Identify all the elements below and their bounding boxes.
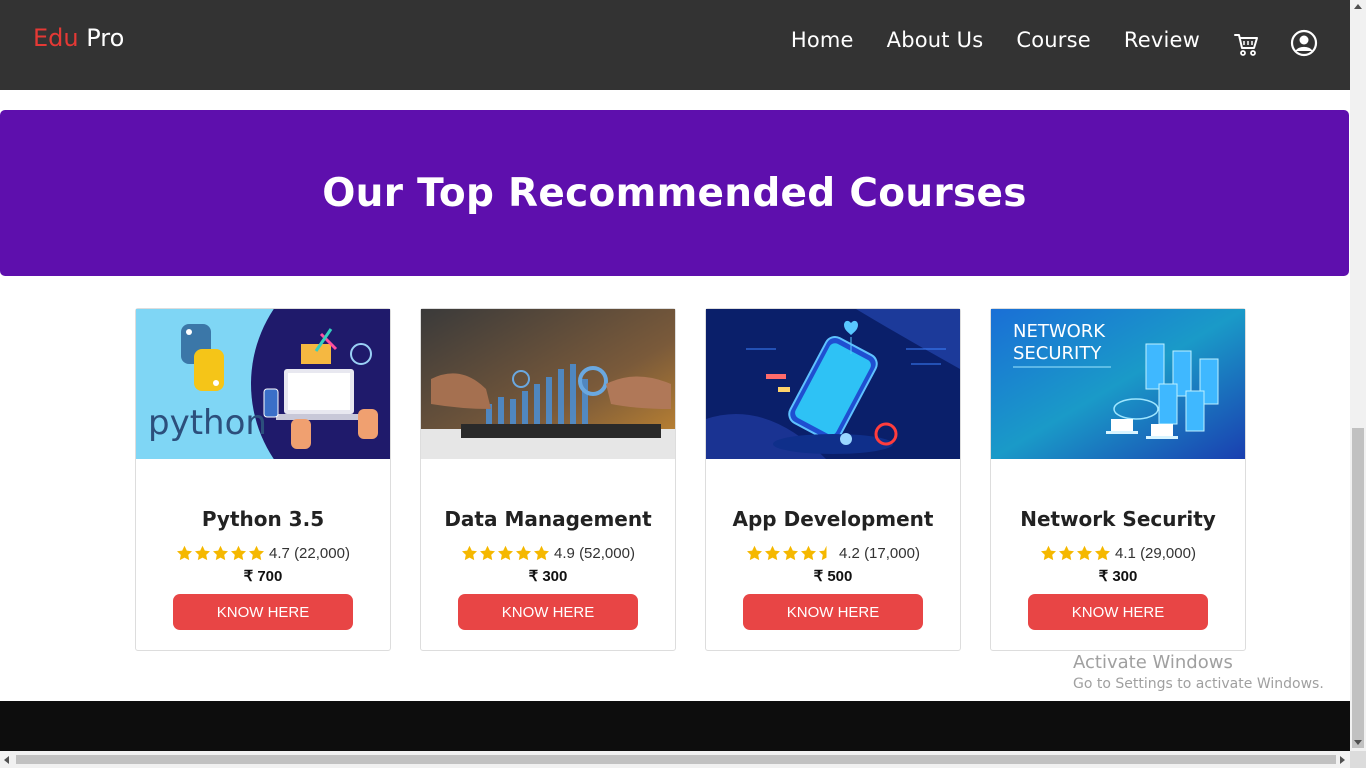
scroll-down-arrow-icon[interactable] [1354, 740, 1362, 745]
star-icon [534, 545, 550, 561]
star-icon [1077, 545, 1093, 561]
course-price: ₹ 700 [243, 568, 283, 585]
star-icon [498, 545, 514, 561]
course-price: ₹ 500 [813, 568, 853, 585]
nav-about-us[interactable]: About Us [887, 28, 984, 52]
rating-stars [746, 545, 835, 562]
rating-stars [1040, 545, 1111, 562]
course-card-python[interactable]: python Python 3.5 4.7 (22,000) ₹ 700 KNO… [135, 308, 391, 651]
cart-icon[interactable] [1232, 30, 1260, 58]
scroll-up-arrow-icon[interactable] [1354, 4, 1362, 9]
star-icon [747, 545, 763, 561]
scroll-right-arrow-icon[interactable] [1340, 756, 1345, 764]
course-card-network-security[interactable]: NETWORK SECURITY Network Security 4.1 (2… [990, 308, 1246, 651]
course-title: Python 3.5 [201, 507, 325, 531]
vertical-scroll-thumb[interactable] [1352, 428, 1364, 748]
course-rating: 4.2 (17,000) [706, 545, 960, 562]
course-price: ₹ 300 [1098, 568, 1138, 585]
section-title: Our Top Recommended Courses [322, 170, 1027, 216]
know-here-button[interactable]: KNOW HERE [173, 594, 353, 630]
activate-windows-watermark: Activate Windows Go to Settings to activ… [1073, 652, 1324, 692]
watermark-subtitle: Go to Settings to activate Windows. [1073, 676, 1324, 692]
star-icon [765, 545, 781, 561]
rating-text: 4.2 (17,000) [839, 545, 920, 562]
horizontal-scrollbar[interactable] [0, 751, 1350, 768]
network-label: NETWORK [1013, 321, 1106, 342]
horizontal-scroll-thumb[interactable] [16, 755, 1336, 764]
course-rating: 4.9 (52,000) [421, 545, 675, 562]
course-image-python: python [136, 309, 390, 459]
course-price: ₹ 300 [528, 568, 568, 585]
star-icon [1041, 545, 1057, 561]
nav-course[interactable]: Course [1016, 28, 1091, 52]
logo-edu: Edu [33, 24, 79, 52]
recommended-banner: Our Top Recommended Courses [0, 110, 1349, 276]
scroll-left-arrow-icon[interactable] [4, 756, 9, 764]
star-icon [231, 545, 247, 561]
star-icon [195, 545, 211, 561]
star-icon [480, 545, 496, 561]
know-here-button[interactable]: KNOW HERE [743, 594, 923, 630]
course-title: App Development [732, 507, 934, 531]
course-image-data-management [421, 309, 675, 459]
course-image-app-development [706, 309, 960, 459]
site-logo[interactable]: Edu Pro [33, 24, 124, 52]
course-image-network-security: NETWORK SECURITY [991, 309, 1245, 459]
python-wordmark: python [148, 403, 267, 443]
rating-text: 4.9 (52,000) [554, 545, 635, 562]
star-icon [783, 545, 799, 561]
user-circle-icon[interactable] [1290, 29, 1318, 57]
star-icon [462, 545, 478, 561]
rating-text: 4.7 (22,000) [269, 545, 350, 562]
course-card-data-management[interactable]: Data Management 4.9 (52,000) ₹ 300 KNOW … [420, 308, 676, 651]
know-here-button[interactable]: KNOW HERE [458, 594, 638, 630]
nav-home[interactable]: Home [791, 28, 854, 52]
star-icon [801, 545, 817, 561]
rating-stars [461, 545, 550, 562]
course-title: Data Management [444, 507, 652, 531]
star-icon [213, 545, 229, 561]
security-label: SECURITY [1013, 343, 1102, 364]
watermark-title: Activate Windows [1073, 652, 1233, 673]
star-icon [1059, 545, 1075, 561]
course-card-app-development[interactable]: App Development 4.2 (17,000) ₹ 500 KNOW … [705, 308, 961, 651]
main-nav: Home About Us Course Review [791, 28, 1200, 52]
logo-pro: Pro [86, 24, 125, 52]
star-icon [1095, 545, 1111, 561]
star-icon [177, 545, 193, 561]
course-rating: 4.1 (29,000) [991, 545, 1245, 562]
half-star-icon [819, 545, 827, 561]
course-rating: 4.7 (22,000) [136, 545, 390, 562]
rating-text: 4.1 (29,000) [1115, 545, 1196, 562]
know-here-button[interactable]: KNOW HERE [1028, 594, 1208, 630]
rating-stars [176, 545, 265, 562]
scrollbar-corner [1350, 751, 1366, 768]
star-icon [516, 545, 532, 561]
course-title: Network Security [1020, 507, 1216, 531]
star-icon [249, 545, 265, 561]
top-navbar: Edu Pro Home About Us Course Review [0, 0, 1350, 90]
footer [0, 701, 1350, 751]
vertical-scrollbar[interactable] [1350, 0, 1366, 751]
nav-review[interactable]: Review [1124, 28, 1200, 52]
